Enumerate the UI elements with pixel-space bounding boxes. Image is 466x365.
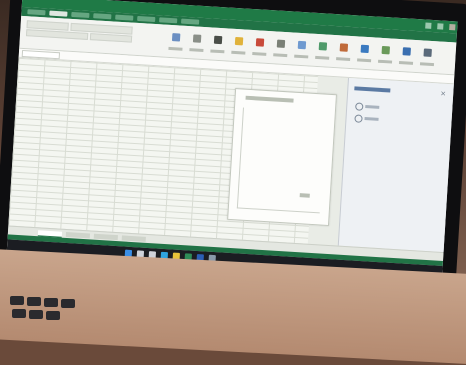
ribbon-button-label (231, 50, 246, 55)
align-icon (276, 39, 286, 48)
bold-icon (213, 35, 223, 45)
tab-review[interactable] (159, 17, 178, 24)
minimize-button[interactable] (425, 22, 432, 29)
ribbon-button-label (357, 58, 372, 63)
cut-button[interactable] (191, 31, 204, 46)
font-color-icon (255, 38, 265, 47)
find-button[interactable] (421, 45, 434, 60)
table-format-button[interactable] (358, 42, 371, 57)
ribbon-button-label (189, 48, 204, 53)
keyboard-key (46, 311, 60, 320)
tab-home[interactable] (49, 10, 68, 17)
chart-plot-area (236, 107, 326, 214)
ribbon-button-label (273, 53, 288, 58)
ribbon-button-label (419, 62, 435, 67)
ribbon-dropdown[interactable] (89, 33, 133, 43)
task-pane: × (337, 77, 455, 253)
ribbon-button-label (398, 60, 414, 65)
keyboard-key (61, 299, 75, 308)
sort-filter-icon (402, 47, 411, 56)
merge-icon (297, 40, 307, 50)
font-color-button[interactable] (254, 35, 267, 50)
sort-filter-button[interactable] (400, 44, 413, 59)
fill-color-icon (234, 36, 244, 46)
task-pane-title (354, 86, 391, 93)
paste-icon (171, 33, 181, 42)
tab-file[interactable] (27, 9, 46, 16)
chart-legend (299, 193, 310, 198)
pane-option-radio[interactable] (354, 114, 363, 123)
tab-insert[interactable] (71, 11, 90, 18)
close-button[interactable] (449, 23, 456, 31)
number-format-icon (318, 42, 328, 51)
ribbon-button-label (377, 59, 393, 64)
table-format-icon (360, 44, 370, 54)
insert-button[interactable] (379, 43, 392, 58)
tab-page-layout[interactable] (93, 13, 112, 20)
close-icon[interactable]: × (440, 90, 446, 98)
paste-button[interactable] (170, 30, 183, 45)
tab-formulas[interactable] (115, 14, 134, 21)
pane-option-radio[interactable] (355, 102, 364, 111)
ribbon-button-label (252, 52, 267, 56)
chart-title (245, 95, 294, 103)
ribbon-button-label (168, 46, 183, 51)
number-format-button[interactable] (316, 39, 329, 54)
ribbon-button-label (210, 49, 225, 54)
tab-view[interactable] (181, 18, 200, 25)
insert-icon (381, 45, 391, 55)
cut-icon (192, 34, 202, 43)
spreadsheet-window: × (6, 0, 458, 280)
keyboard-keys (10, 296, 90, 336)
keyboard-key (27, 297, 41, 306)
find-icon (423, 48, 432, 57)
ribbon-button-label (315, 55, 330, 60)
merge-button[interactable] (296, 38, 309, 53)
maximize-button[interactable] (437, 23, 444, 30)
align-button[interactable] (275, 36, 288, 51)
pane-option-label (364, 116, 379, 121)
ribbon-button-label (294, 54, 309, 59)
pane-option-label (365, 105, 380, 109)
bold-button[interactable] (212, 33, 225, 48)
keyboard-key (12, 309, 26, 318)
fill-color-button[interactable] (233, 34, 246, 49)
conditional-format-icon (339, 43, 349, 52)
keyboard-key (44, 298, 58, 307)
conditional-format-button[interactable] (337, 40, 350, 55)
ribbon-button-label (336, 57, 351, 61)
tab-data[interactable] (137, 15, 156, 23)
chart-object[interactable] (227, 88, 337, 227)
keyboard-key (29, 310, 43, 319)
keyboard-key (10, 296, 24, 305)
